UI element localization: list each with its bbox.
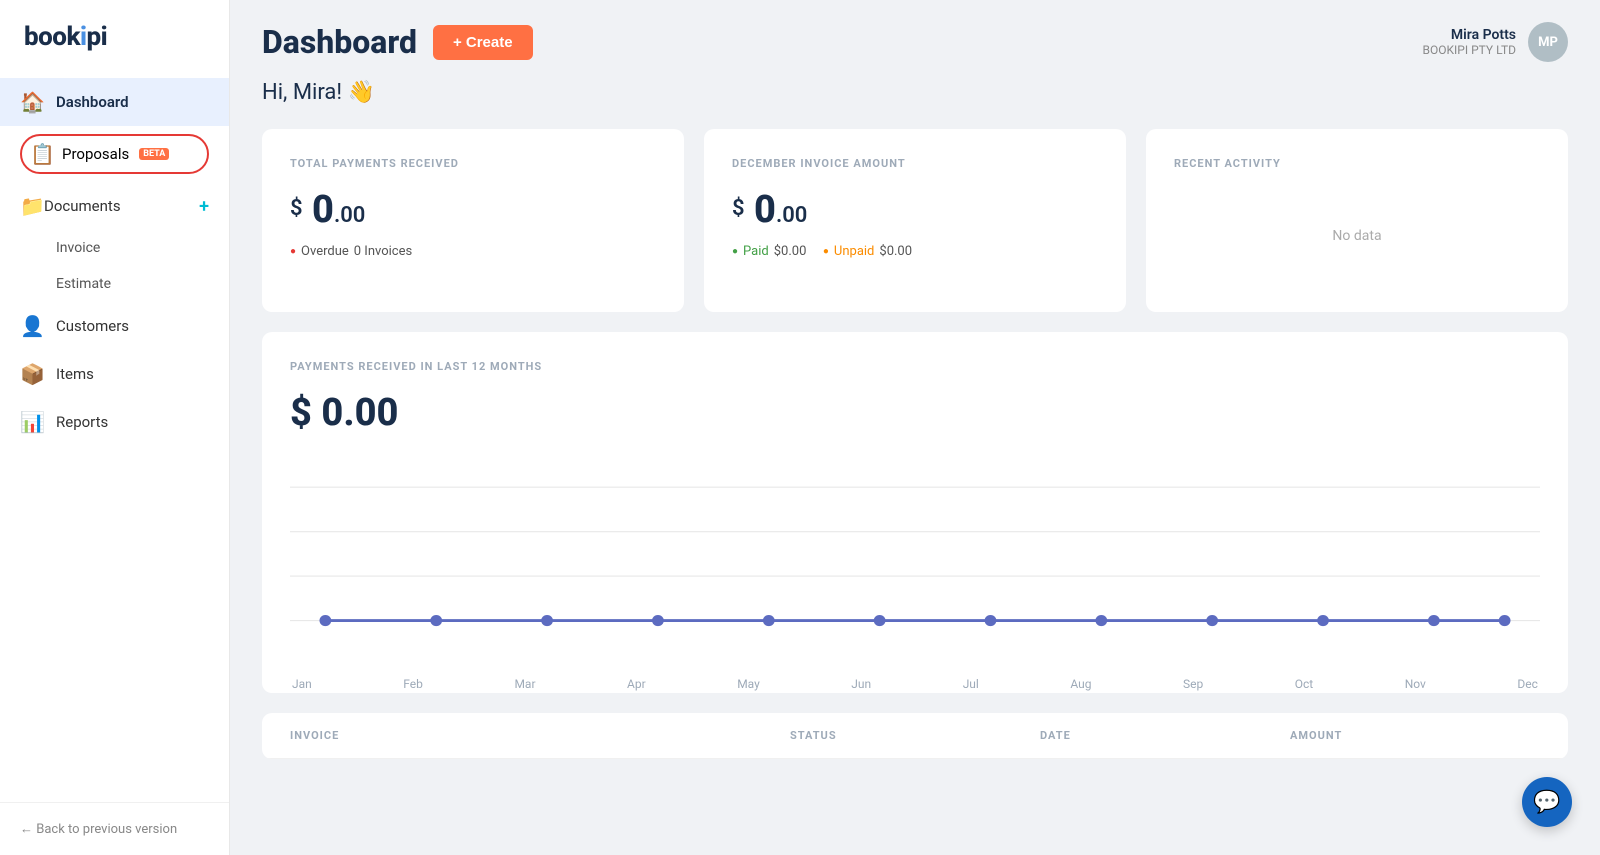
sidebar-item-invoice[interactable]: Invoice xyxy=(0,230,229,266)
beta-badge: BETA xyxy=(139,148,169,160)
content-area: Hi, Mira! 👋 TOTAL PAYMENTS RECEIVED $ 0.… xyxy=(230,80,1600,791)
invoices-table-card: INVOICE STATUS DATE AMOUNT xyxy=(262,713,1568,759)
month-dec: Dec xyxy=(1517,677,1538,691)
payments-chart-card: PAYMENTS RECEIVED IN LAST 12 MONTHS $ 0.… xyxy=(262,332,1568,693)
col-status: STATUS xyxy=(790,729,1040,742)
dashboard-icon: 🏠 xyxy=(20,90,44,114)
documents-add-icon[interactable]: + xyxy=(199,196,209,217)
reports-icon: 📊 xyxy=(20,410,44,434)
overdue-dot: ● xyxy=(290,246,296,257)
total-cents: .00 xyxy=(334,203,365,228)
page-title: Dashboard xyxy=(262,23,417,61)
header: Dashboard + Create Mira Potts BOOKIPI PT… xyxy=(230,0,1600,80)
total-whole: 0 xyxy=(312,188,334,232)
customers-icon: 👤 xyxy=(20,314,44,338)
recent-activity-card: RECENT ACTIVITY No data xyxy=(1146,129,1568,312)
december-invoice-card: DECEMBER INVOICE AMOUNT $ 0.00 ● Paid $0… xyxy=(704,129,1126,312)
chat-icon: 💬 xyxy=(1533,790,1560,815)
stats-cards: TOTAL PAYMENTS RECEIVED $ 0.00 ● Overdue… xyxy=(262,129,1568,312)
month-mar: Mar xyxy=(514,677,535,691)
recent-activity-title: RECENT ACTIVITY xyxy=(1174,157,1540,170)
sidebar-nav: 🏠 Dashboard 📋 Proposals BETA 📁 Documents… xyxy=(0,70,229,802)
overdue-value: 0 Invoices xyxy=(354,244,412,259)
sidebar-item-items[interactable]: 📦 Items xyxy=(0,350,229,398)
chart-container: Jan Feb Mar Apr May Jun Jul Aug Sep Oct … xyxy=(290,465,1540,665)
logo-rest: pi xyxy=(87,22,108,52)
month-jan: Jan xyxy=(292,677,312,691)
col-date: DATE xyxy=(1040,729,1290,742)
documents-label: Documents xyxy=(44,197,121,215)
month-nov: Nov xyxy=(1405,677,1426,691)
chart-title: PAYMENTS RECEIVED IN LAST 12 MONTHS xyxy=(290,360,1540,373)
estimate-label: Estimate xyxy=(56,276,111,292)
sidebar-item-customers[interactable]: 👤 Customers xyxy=(0,302,229,350)
month-feb: Feb xyxy=(403,677,423,691)
sidebar-item-reports[interactable]: 📊 Reports xyxy=(0,398,229,446)
reports-label: Reports xyxy=(56,413,108,431)
unpaid-dot: ● xyxy=(823,246,829,257)
logo-text: book xyxy=(24,22,80,52)
december-whole: 0 xyxy=(754,188,776,232)
main-content: Dashboard + Create Mira Potts BOOKIPI PT… xyxy=(230,0,1600,855)
sidebar-item-label: Dashboard xyxy=(56,93,129,111)
month-aug: Aug xyxy=(1070,677,1091,691)
total-payments-card: TOTAL PAYMENTS RECEIVED $ 0.00 ● Overdue… xyxy=(262,129,684,312)
chart-amount-whole: 0 xyxy=(321,391,343,435)
documents-icon: 📁 xyxy=(20,194,44,218)
month-oct: Oct xyxy=(1295,677,1313,691)
sidebar-item-dashboard[interactable]: 🏠 Dashboard xyxy=(0,78,229,126)
items-label: Items xyxy=(56,365,94,383)
month-may: May xyxy=(737,677,760,691)
chart-cents: .00 xyxy=(343,391,398,435)
unpaid-label: Unpaid xyxy=(834,244,874,259)
invoice-label: Invoice xyxy=(56,240,100,256)
total-dollar: $ xyxy=(290,196,303,221)
col-invoice: INVOICE xyxy=(290,729,790,742)
create-button[interactable]: + Create xyxy=(433,25,533,60)
paid-label: Paid xyxy=(743,244,769,259)
line-chart xyxy=(290,465,1540,665)
sidebar: bookipi 🏠 Dashboard 📋 Proposals BETA 📁 D… xyxy=(0,0,230,855)
paid-dot: ● xyxy=(732,246,738,257)
no-data-label: No data xyxy=(1174,188,1540,284)
month-jun: Jun xyxy=(851,677,871,691)
logo: bookipi xyxy=(0,0,229,70)
month-sep: Sep xyxy=(1183,677,1203,691)
unpaid-value: $0.00 xyxy=(879,244,912,259)
paid-value: $0.00 xyxy=(774,244,807,259)
overdue-label: Overdue xyxy=(301,244,349,259)
total-payments-title: TOTAL PAYMENTS RECEIVED xyxy=(290,157,656,170)
customers-label: Customers xyxy=(56,317,129,335)
december-cents: .00 xyxy=(776,203,807,228)
sidebar-item-documents[interactable]: 📁 Documents + xyxy=(0,182,229,230)
month-apr: Apr xyxy=(627,677,646,691)
december-amount: $ 0.00 xyxy=(732,188,1098,232)
sidebar-item-estimate[interactable]: Estimate xyxy=(0,266,229,302)
chat-button[interactable]: 💬 xyxy=(1522,777,1572,827)
user-name: Mira Potts xyxy=(1423,27,1517,43)
total-payments-amount: $ 0.00 xyxy=(290,188,656,232)
back-to-previous[interactable]: ← Back to previous version xyxy=(0,802,229,855)
month-jul: Jul xyxy=(963,677,979,691)
user-info: Mira Potts BOOKIPI PTY LTD MP xyxy=(1423,22,1569,62)
table-header: INVOICE STATUS DATE AMOUNT xyxy=(262,713,1568,759)
items-icon: 📦 xyxy=(20,362,44,386)
proposals-icon: 📋 xyxy=(30,142,54,166)
avatar[interactable]: MP xyxy=(1528,22,1568,62)
proposals-label: Proposals xyxy=(62,145,129,163)
user-company: BOOKIPI PTY LTD xyxy=(1423,43,1517,57)
december-title: DECEMBER INVOICE AMOUNT xyxy=(732,157,1098,170)
sidebar-item-proposals[interactable]: 📋 Proposals BETA xyxy=(20,134,209,174)
greeting: Hi, Mira! 👋 xyxy=(262,80,1568,105)
col-amount: AMOUNT xyxy=(1290,729,1540,742)
